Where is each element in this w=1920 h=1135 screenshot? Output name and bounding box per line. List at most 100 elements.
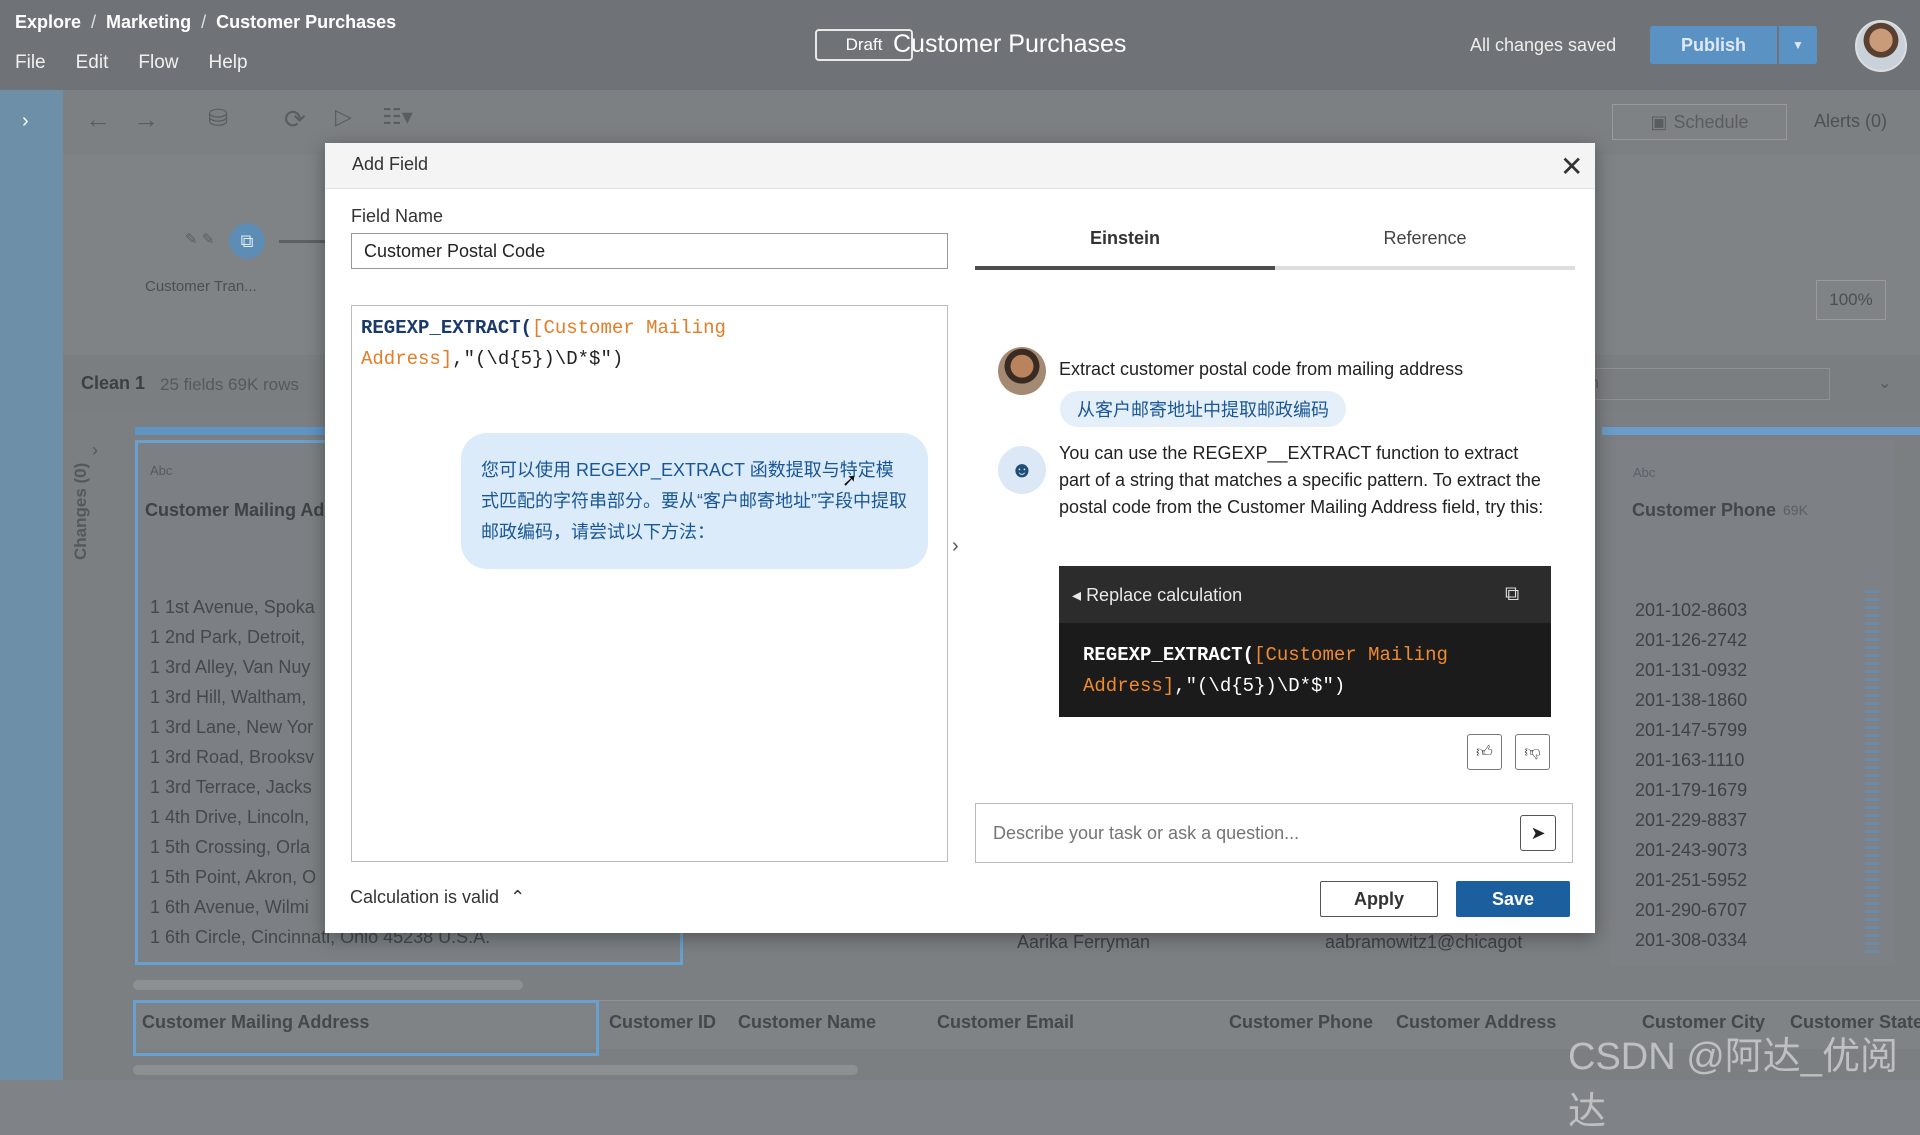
list-item[interactable]: 1 5th Crossing, Orla [150,837,310,858]
chevron-down-icon[interactable]: ⌄ [1878,373,1891,393]
code-field-part1: [Customer Mailing [532,317,726,339]
list-item[interactable]: 1 1st Avenue, Spoka [150,597,315,618]
thumbs-up-icon: 👍︎ [1476,743,1493,761]
list-item[interactable]: 1 5th Point, Akron, O [150,867,316,888]
column-header-customer-address[interactable]: Customer Address [1396,1012,1556,1033]
list-item[interactable]: 1 2nd Park, Detroit, [150,627,305,648]
profile-card-title: Customer Mailing Ad [145,500,325,520]
background-email-value: aabramowitz1@chicagot [1325,932,1523,952]
close-icon[interactable]: ✕ [1560,150,1583,183]
column-header-customer-id[interactable]: Customer ID [609,1012,716,1033]
list-item[interactable]: 201-251-5952 [1635,870,1747,891]
profile-card-header-bar [1602,427,1920,435]
list-item[interactable]: 1 3rd Hill, Waltham, [150,687,306,708]
menu-edit[interactable]: Edit [76,52,109,74]
column-header-mailing-address[interactable]: Customer Mailing Address [142,1012,369,1033]
translation-tooltip: 您可以使用 REGEXP_EXTRACT 函数提取与特定模式匹配的字符串部分。要… [461,433,928,569]
send-button[interactable]: ➤ [1520,815,1556,851]
thumbs-up-button[interactable]: 👍︎ [1467,734,1502,770]
code-pattern: ,"(\d{5})\D*$") [452,348,624,370]
publish-dropdown-button[interactable]: ▼ [1779,26,1817,64]
field-search-input[interactable]: h [1585,368,1830,400]
apply-button[interactable]: Apply [1320,881,1438,917]
copy-icon[interactable]: ⧉ [1505,583,1519,606]
flow-node-label: Customer Tran... [145,278,257,295]
redo-icon[interactable]: → [133,104,159,135]
list-item[interactable]: 1 3rd Terrace, Jacks [150,777,312,798]
menu-flow[interactable]: Flow [138,52,178,74]
calculation-code[interactable]: REGEXP_EXTRACT([Customer Mailing Address… [361,313,921,375]
column-header-customer-name[interactable]: Customer Name [738,1012,876,1033]
thumbs-down-button[interactable]: 👎︎ [1515,734,1550,770]
suggested-code: REGEXP_EXTRACT([Customer Mailing Address… [1083,640,1533,702]
menu-file[interactable]: File [15,52,46,74]
calculation-status[interactable]: Calculation is valid ⌃ [350,887,525,908]
refresh-icon[interactable]: ⟳ [284,104,306,135]
list-item[interactable]: 1 4th Drive, Lincoln, [150,807,309,828]
list-item[interactable]: 201-138-1860 [1635,690,1747,711]
list-item[interactable]: 1 3rd Road, Brooksv [150,747,314,768]
zoom-level[interactable]: 100% [1816,280,1886,320]
document-title[interactable]: Customer Purchases [893,30,1126,59]
code-function: REGEXP_EXTRACT [1083,644,1243,666]
list-item[interactable]: 1 3rd Lane, New Yor [150,717,313,738]
chat-input[interactable] [975,803,1573,863]
list-item[interactable]: 201-243-9073 [1635,840,1747,861]
schedule-button[interactable]: ▣ Schedule [1612,104,1787,140]
tab-active-indicator [975,266,1275,270]
breadcrumb-current: Customer Purchases [216,12,397,32]
list-item[interactable]: 201-229-8837 [1635,810,1747,831]
settings-slider-icon[interactable]: ☷▾ [382,104,413,130]
edit-node-icon[interactable]: ✎ ✎ [185,230,214,248]
save-button[interactable]: Save [1456,881,1570,917]
tab-einstein[interactable]: Einstein [975,228,1275,249]
user-message-translation: 从客户邮寄地址中提取邮政编码 [1060,391,1346,427]
list-item[interactable]: 201-126-2742 [1635,630,1747,651]
changes-pane-label[interactable]: Changes (0) [71,400,91,560]
field-type-label: Abc [150,463,173,478]
einstein-bot-icon: ☻ [998,446,1046,494]
list-item[interactable]: 201-290-6707 [1635,900,1747,921]
data-icon[interactable]: ⛁ [208,104,228,133]
list-item[interactable]: 201-147-5799 [1635,720,1747,741]
field-name-label: Field Name [351,206,444,226]
breadcrumb-separator: / [201,12,207,32]
alerts-button[interactable]: Alerts (0) [1814,111,1887,132]
calendar-icon: ▣ [1650,111,1668,132]
profile-card-count: 69K [1783,502,1808,518]
list-item[interactable]: 201-131-0932 [1635,660,1747,681]
send-icon: ➤ [1530,822,1546,843]
expand-changes-icon[interactable]: › [92,440,98,461]
calculation-editor[interactable] [351,305,948,862]
list-item[interactable]: 1 6th Avenue, Wilmi [150,897,309,918]
breadcrumb-explore[interactable]: Explore [15,12,81,33]
code-field-part2: Address] [361,348,453,370]
expand-panel-icon[interactable]: › [22,110,29,133]
tab-reference[interactable]: Reference [1275,228,1575,249]
flow-connector [279,240,329,243]
caret-left-icon: ◂ [1072,585,1082,605]
collapse-assistant-icon[interactable]: › [952,535,959,558]
publish-button[interactable]: Publish [1650,26,1777,64]
horizontal-scrollbar[interactable] [133,980,523,990]
list-item[interactable]: 1 3rd Alley, Van Nuy [150,657,310,678]
list-item[interactable]: 201-102-8603 [1635,600,1747,621]
replace-calculation-button[interactable]: ◂ Replace calculation [1072,585,1242,606]
column-header-customer-email[interactable]: Customer Email [937,1012,1074,1033]
flow-node-icon[interactable]: ⧉ [229,223,265,259]
list-item[interactable]: 201-308-0334 [1635,930,1747,951]
undo-icon[interactable]: ← [85,104,111,135]
calculation-status-label: Calculation is valid [350,887,500,907]
field-name-input[interactable] [351,233,948,269]
code-field-part1: [Customer Mailing [1254,644,1448,666]
run-icon[interactable]: ▷ [335,104,352,130]
background-name-value: Aarika Ferryman [1017,932,1151,952]
menu-help[interactable]: Help [209,52,248,74]
horizontal-scrollbar[interactable] [133,1065,858,1075]
field-type-label: Abc [1633,465,1656,480]
list-item[interactable]: 201-163-1110 [1635,750,1744,771]
column-header-customer-phone[interactable]: Customer Phone [1229,1012,1373,1033]
user-avatar[interactable] [1855,20,1907,72]
breadcrumb-marketing[interactable]: Marketing [106,12,191,33]
list-item[interactable]: 201-179-1679 [1635,780,1747,801]
